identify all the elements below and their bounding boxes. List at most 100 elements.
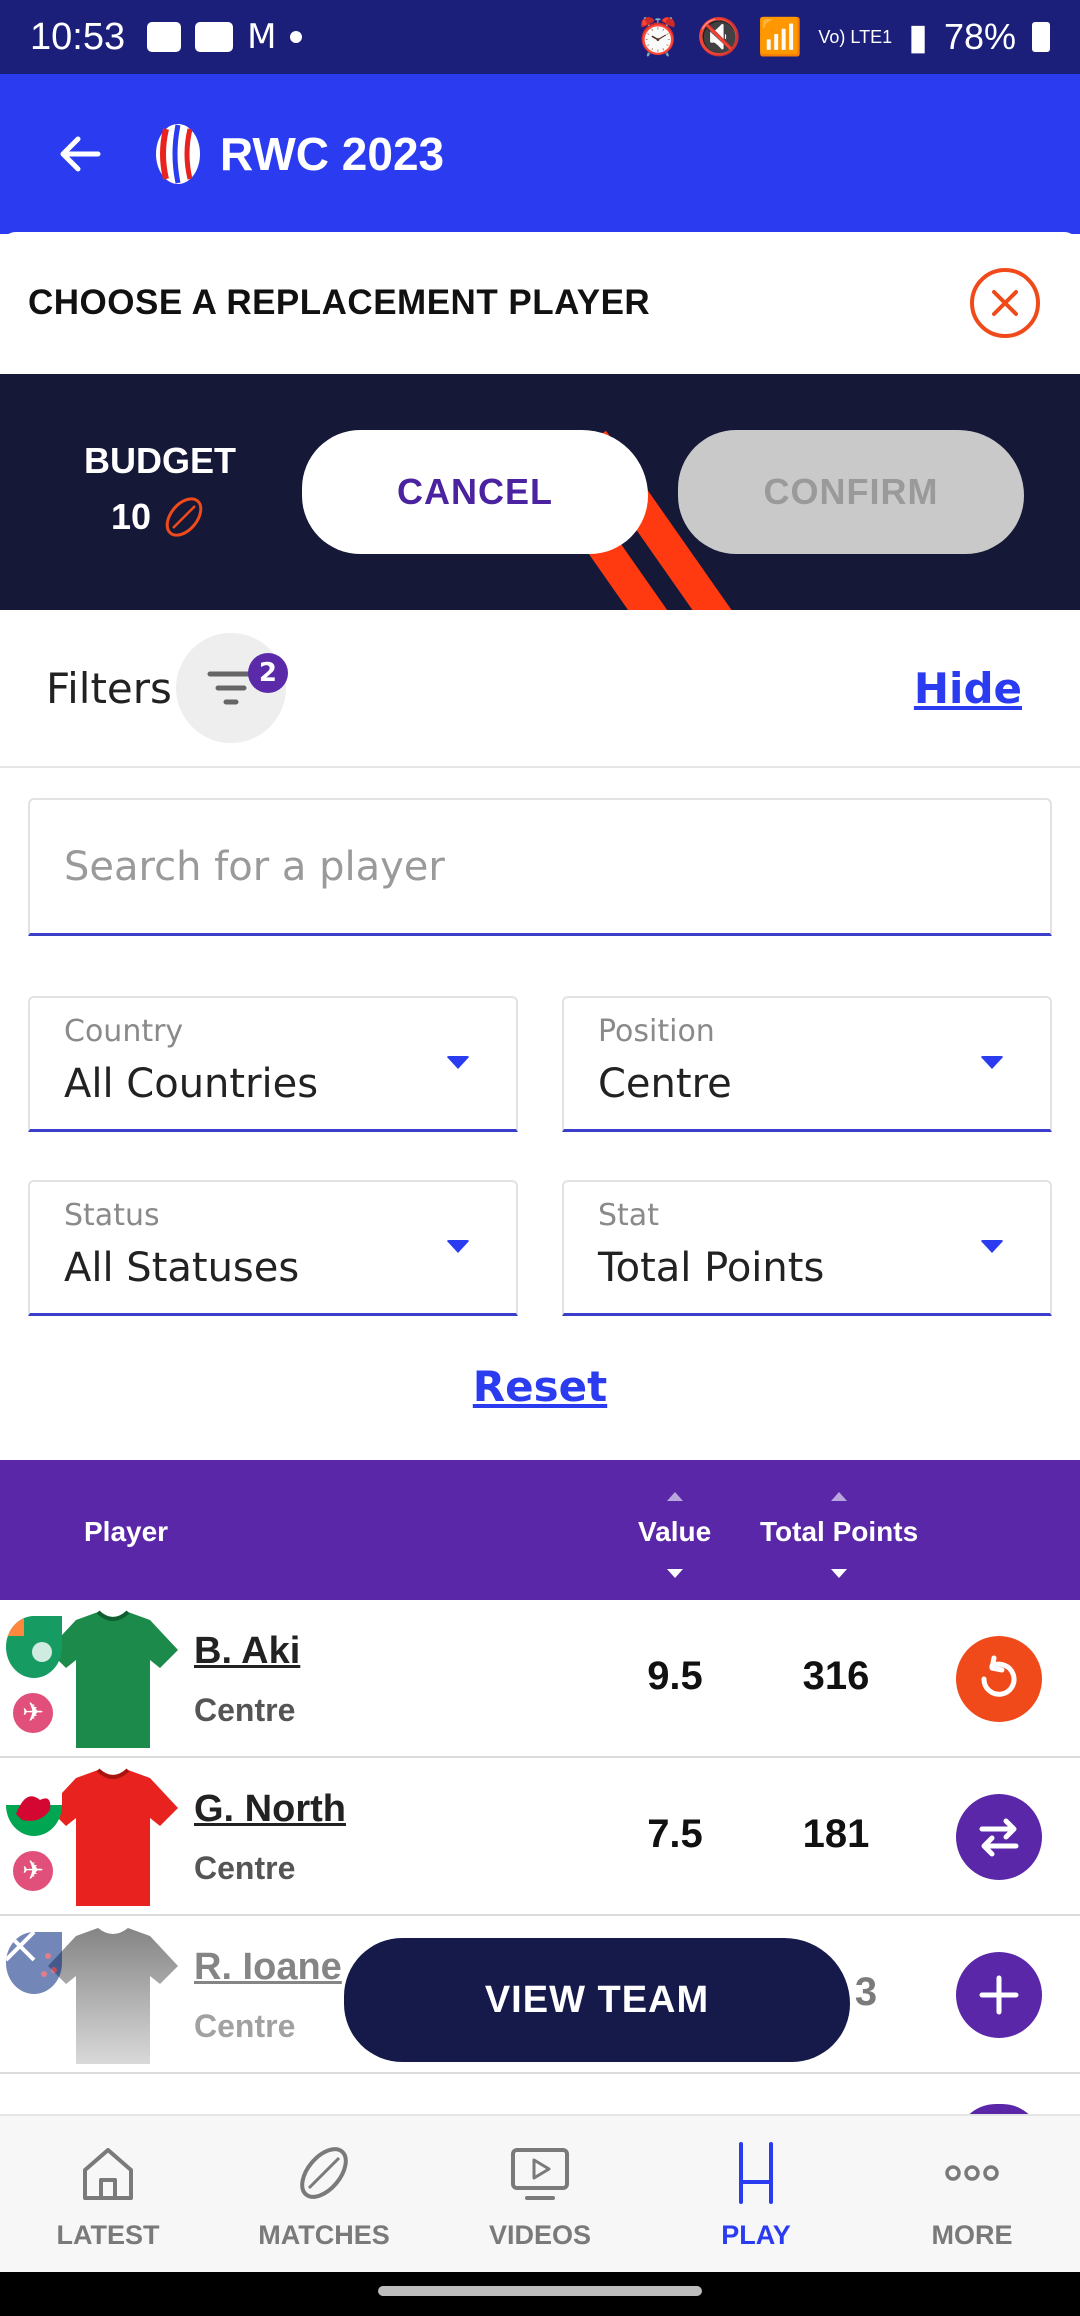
bottom-nav: LATEST MATCHES VIDEOS PLAY MORE — [0, 2114, 1080, 2272]
stat-label: Stat — [598, 1198, 659, 1233]
filter-count-badge: 2 — [247, 653, 288, 693]
sort-up-icon — [831, 1492, 848, 1501]
view-team-button[interactable]: VIEW TEAM — [344, 1938, 850, 2062]
caret-down-icon — [446, 1056, 470, 1069]
player-name[interactable]: R. Ioane — [194, 1946, 342, 1989]
app-title: RWC 2023 — [220, 128, 445, 180]
video-play-icon — [511, 2148, 569, 2200]
status-bar: 10:53 M ⏰ 🔇 📶 Vo) LTE1 ▮ 78% — [0, 0, 1080, 74]
sheet-title: CHOOSE A REPLACEMENT PLAYER — [28, 283, 651, 322]
player-value: 9.5 — [647, 1654, 703, 1698]
nav-play[interactable]: PLAY — [648, 2116, 864, 2272]
app-bar: RWC 2023 — [0, 74, 1080, 234]
jersey-image — [48, 1610, 178, 1748]
budget-band: BUDGET 10 CANCEL CONFIRM — [0, 374, 1080, 610]
stat-value: Total Points — [598, 1245, 825, 1291]
player-position: Centre — [194, 2008, 296, 2044]
player-position: Centre — [194, 1692, 296, 1728]
budget-label: BUDGET — [84, 440, 236, 481]
player-position: Centre — [194, 1850, 296, 1886]
jersey-image — [48, 1768, 178, 1906]
filters-row: Filters 2 Hide — [0, 610, 1080, 768]
restore-icon — [981, 1655, 1017, 1697]
swap-icon — [979, 1818, 1019, 1857]
travel-icon: ✈ — [10, 1848, 56, 1894]
column-header-total-points[interactable]: Total Points — [760, 1492, 918, 1578]
back-button[interactable] — [50, 124, 110, 184]
status-dropdown[interactable]: Status All Statuses — [28, 1180, 518, 1316]
caret-down-icon — [980, 1240, 1004, 1253]
ireland-flag-icon — [6, 1616, 62, 1678]
table-row — [0, 2074, 1080, 2144]
more-dots-icon — [945, 2165, 999, 2181]
back-arrow-icon — [60, 136, 101, 172]
wales-flag-icon — [6, 1774, 62, 1836]
cancel-button[interactable]: CANCEL — [302, 430, 648, 554]
table-row[interactable]: ✈ B. Aki Centre 9.5 316 — [0, 1600, 1080, 1758]
gesture-bar — [0, 2272, 1080, 2316]
signal-icon: ▮ — [908, 16, 928, 57]
status-time: 10:53 — [30, 15, 126, 58]
new-zealand-flag-icon — [6, 1932, 62, 1994]
budget-value: 10 — [110, 496, 152, 537]
nav-latest[interactable]: LATEST — [0, 2116, 216, 2272]
column-header-value[interactable]: Value — [638, 1492, 711, 1578]
status-value: All Statuses — [64, 1245, 300, 1291]
nav-more[interactable]: MORE — [864, 2116, 1080, 2272]
gallery-icon — [147, 22, 182, 52]
sort-up-icon — [666, 1492, 683, 1501]
network-label: Vo) LTE1 — [818, 26, 893, 47]
country-value: All Countries — [64, 1061, 319, 1107]
table-row[interactable]: ✈ G. North Centre 7.5 181 — [0, 1758, 1080, 1916]
wifi-icon: 📶 — [757, 16, 803, 57]
status-label: Status — [64, 1198, 160, 1233]
position-value: Centre — [598, 1061, 732, 1107]
confirm-button[interactable]: CONFIRM — [678, 430, 1024, 554]
table-header: Player Value Total Points — [0, 1460, 1080, 1600]
swap-button[interactable] — [956, 1794, 1042, 1880]
caret-down-icon — [980, 1056, 1004, 1069]
position-dropdown[interactable]: Position Centre — [562, 996, 1052, 1132]
rwc-logo-icon — [156, 124, 200, 184]
sort-down-icon — [666, 1569, 683, 1578]
battery-percent: 78% — [943, 16, 1016, 57]
country-label: Country — [64, 1014, 184, 1049]
player-name[interactable]: G. North — [194, 1788, 346, 1831]
rugby-ball-icon — [300, 2147, 348, 2199]
add-player-button[interactable] — [956, 1952, 1042, 2038]
filter-toggle-button[interactable]: 2 — [175, 633, 288, 743]
nav-matches[interactable]: MATCHES — [216, 2116, 432, 2272]
caret-down-icon — [446, 1240, 470, 1253]
restore-button[interactable] — [956, 1636, 1042, 1722]
nav-videos[interactable]: VIDEOS — [432, 2116, 648, 2272]
search-field[interactable] — [28, 798, 1052, 936]
home-gesture-handle[interactable] — [378, 2286, 702, 2296]
mute-icon: 🔇 — [696, 16, 742, 57]
close-button[interactable] — [970, 268, 1040, 338]
search-input[interactable] — [64, 843, 1016, 890]
sort-down-icon — [831, 1569, 848, 1578]
player-points: 181 — [802, 1812, 870, 1856]
filters-label: Filters — [46, 663, 172, 713]
youtube-icon — [195, 22, 234, 52]
country-dropdown[interactable]: Country All Countries — [28, 996, 518, 1132]
rugby-ball-icon — [165, 497, 203, 537]
reset-link[interactable]: Reset — [0, 1362, 1080, 1411]
column-header-player: Player — [84, 1516, 169, 1547]
gmail-icon: M — [247, 17, 277, 57]
plus-icon — [979, 1975, 1019, 2015]
home-icon — [83, 2148, 133, 2200]
hide-filters-link[interactable]: Hide — [914, 664, 1022, 713]
goal-posts-icon — [739, 2142, 773, 2204]
battery-icon — [1032, 22, 1050, 52]
player-points: 316 — [802, 1654, 870, 1698]
position-label: Position — [598, 1014, 715, 1049]
sheet-header: CHOOSE A REPLACEMENT PLAYER — [0, 232, 1080, 374]
stat-dropdown[interactable]: Stat Total Points — [562, 1180, 1052, 1316]
alarm-icon: ⏰ — [635, 16, 681, 57]
close-icon — [992, 290, 1018, 316]
jersey-image — [48, 1928, 178, 2064]
travel-icon: ✈ — [10, 1690, 56, 1736]
player-value: 7.5 — [647, 1812, 703, 1856]
player-name[interactable]: B. Aki — [194, 1630, 300, 1673]
